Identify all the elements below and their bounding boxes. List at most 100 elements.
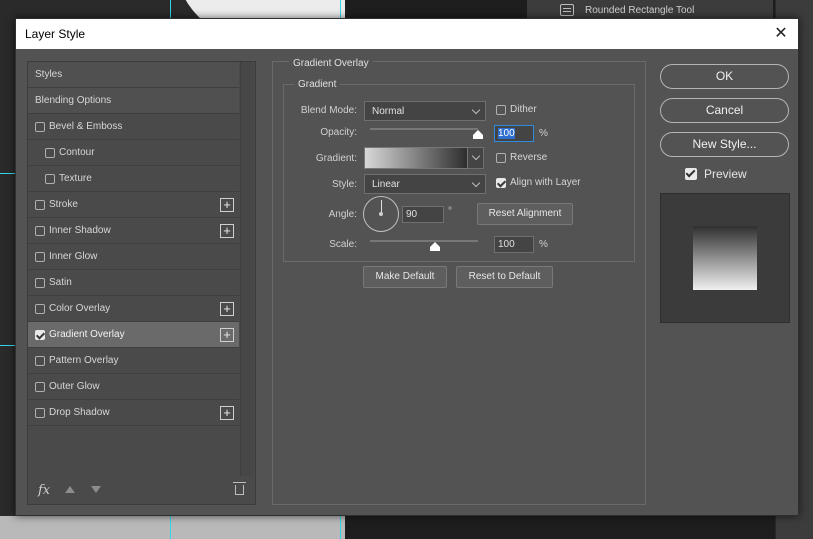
canvas-bottom-area (0, 516, 345, 539)
scale-input[interactable]: 100 (494, 236, 534, 253)
style-item-gradient-overlay[interactable]: Gradient Overlay + (28, 322, 239, 348)
style-item-inner-shadow[interactable]: Inner Shadow + (28, 218, 239, 244)
styles-list: Styles Blending Options Bevel & Emboss Cont… (27, 61, 256, 505)
gradient-swatch[interactable] (364, 147, 468, 169)
style-item-stroke[interactable]: Stroke + (28, 192, 239, 218)
scale-slider-track[interactable] (370, 240, 478, 242)
opacity-slider-track[interactable] (370, 128, 478, 130)
bevel-and-emboss-checkbox[interactable] (35, 122, 45, 132)
reset-alignment-button[interactable]: Reset Alignment (477, 203, 573, 225)
style-item-styles[interactable]: Styles (28, 62, 239, 88)
color-overlay-checkbox[interactable] (35, 304, 45, 314)
style-item-pattern-overlay[interactable]: Pattern Overlay (28, 348, 239, 374)
add-inner-shadow-icon[interactable]: + (220, 224, 234, 238)
opacity-value: 100 (498, 128, 515, 139)
align-with-layer-label: Align with Layer (510, 177, 581, 188)
fx-icon[interactable]: fx (38, 483, 50, 498)
align-with-layer-checkbox[interactable] (496, 178, 506, 188)
close-icon[interactable]: ✕ (772, 24, 790, 42)
move-down-icon[interactable] (91, 486, 101, 493)
scale-unit: % (539, 239, 548, 250)
angle-value: 90 (406, 209, 418, 220)
add-drop-shadow-icon[interactable]: + (220, 406, 234, 420)
gradient-overlay-checkbox[interactable] (35, 330, 45, 340)
drop-shadow-checkbox[interactable] (35, 408, 45, 418)
preview-checkbox[interactable] (685, 168, 697, 180)
style-item-satin[interactable]: Satin (28, 270, 239, 296)
scale-label: Scale: (329, 239, 357, 250)
style-value: Linear (372, 179, 400, 190)
style-item-label: Texture (59, 173, 92, 184)
preview-box (660, 193, 790, 323)
reverse-checkbox[interactable] (496, 153, 506, 163)
opacity-unit: % (539, 128, 548, 139)
stroke-checkbox[interactable] (35, 200, 45, 210)
gradient-picker-dropdown[interactable] (468, 147, 484, 169)
styles-list-footer: fx (28, 476, 255, 504)
inner-glow-checkbox[interactable] (35, 252, 45, 262)
tool-label[interactable]: Rounded Rectangle Tool (585, 5, 694, 16)
style-item-color-overlay[interactable]: Color Overlay + (28, 296, 239, 322)
style-item-label: Blending Options (35, 95, 112, 106)
panel-title: Gradient Overlay (289, 58, 373, 69)
style-item-label: Pattern Overlay (49, 355, 119, 366)
style-item-label: Inner Shadow (49, 225, 111, 236)
style-item-label: Gradient Overlay (49, 329, 125, 340)
gradient-group: Gradient Blend Mode: Normal Dither Opaci… (283, 79, 635, 262)
style-item-outer-glow[interactable]: Outer Glow (28, 374, 239, 400)
angle-unit: ° (448, 206, 452, 217)
contour-checkbox[interactable] (45, 148, 55, 158)
opacity-label: Opacity: (320, 127, 357, 138)
gradient-overlay-panel: Gradient Overlay Gradient Blend Mode: No… (272, 58, 646, 505)
style-item-label: Drop Shadow (49, 407, 110, 418)
blend-mode-value: Normal (372, 106, 405, 117)
add-stroke-icon[interactable]: + (220, 198, 234, 212)
inner-shadow-checkbox[interactable] (35, 226, 45, 236)
satin-checkbox[interactable] (35, 278, 45, 288)
texture-checkbox[interactable] (45, 174, 55, 184)
gradient-label: Gradient: (315, 153, 357, 164)
outer-glow-checkbox[interactable] (35, 382, 45, 392)
angle-center-dot (379, 212, 383, 216)
angle-dial[interactable] (363, 196, 399, 232)
style-item-bevel-and-emboss[interactable]: Bevel & Emboss (28, 114, 239, 140)
style-item-label: Contour (59, 147, 95, 158)
rounded-rectangle-tool-icon (560, 4, 574, 16)
style-item-texture[interactable]: Texture (28, 166, 239, 192)
blend-mode-label: Blend Mode: (300, 105, 357, 116)
reset-to-default-button[interactable]: Reset to Default (456, 266, 553, 288)
style-select[interactable]: Linear (364, 174, 486, 194)
trash-icon[interactable] (233, 482, 246, 495)
preview-swatch (693, 226, 757, 290)
scale-slider-thumb[interactable] (430, 242, 440, 251)
add-gradient-overlay-icon[interactable]: + (220, 328, 234, 342)
move-up-icon[interactable] (65, 486, 75, 493)
style-item-contour[interactable]: Contour (28, 140, 239, 166)
opacity-input[interactable]: 100 (494, 125, 534, 142)
opacity-slider-thumb[interactable] (473, 130, 483, 139)
style-item-label: Bevel & Emboss (49, 121, 123, 132)
style-item-label: Stroke (49, 199, 78, 210)
dither-checkbox[interactable] (496, 105, 506, 115)
blend-mode-select[interactable]: Normal (364, 101, 486, 121)
style-item-drop-shadow[interactable]: Drop Shadow + (28, 400, 239, 426)
style-item-label: Styles (35, 69, 63, 80)
dither-label: Dither (510, 104, 537, 115)
style-label: Style: (331, 179, 357, 190)
group-title: Gradient (294, 79, 341, 90)
angle-input[interactable]: 90 (402, 206, 444, 223)
cancel-button[interactable]: Cancel (660, 98, 789, 123)
style-item-label: Satin (49, 277, 72, 288)
chevron-down-icon (471, 151, 481, 161)
chevron-down-icon (471, 178, 481, 188)
angle-label: Angle: (328, 209, 357, 220)
style-item-blending-options[interactable]: Blending Options (28, 88, 239, 114)
make-default-button[interactable]: Make Default (363, 266, 447, 288)
pattern-overlay-checkbox[interactable] (35, 356, 45, 366)
add-color-overlay-icon[interactable]: + (220, 302, 234, 316)
dialog-titlebar: Layer Style ✕ (16, 19, 798, 49)
new-style-button[interactable]: New Style... (660, 132, 789, 157)
ok-button[interactable]: OK (660, 64, 789, 89)
styles-list-scrollbar[interactable] (240, 62, 253, 476)
style-item-inner-glow[interactable]: Inner Glow (28, 244, 239, 270)
